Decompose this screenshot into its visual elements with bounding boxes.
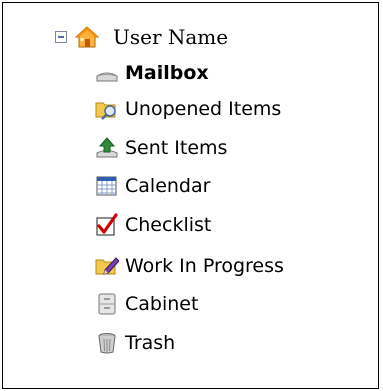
folder-search-icon (95, 97, 119, 121)
tree-item-trash[interactable]: Trash (95, 328, 175, 358)
tree-item-sent-items[interactable]: Sent Items (95, 133, 227, 163)
calendar-icon (95, 174, 119, 198)
tree-item-label: Work In Progress (125, 255, 284, 277)
tree-item-label: Cabinet (125, 293, 199, 315)
collapse-toggle-icon[interactable] (55, 31, 67, 43)
tree-item-mailbox[interactable]: Mailbox (95, 58, 209, 88)
cabinet-icon (95, 292, 119, 316)
tree-item-unopened-items[interactable]: Unopened Items (95, 94, 281, 124)
folder-pencil-icon (95, 254, 119, 278)
tree-item-checklist[interactable]: Checklist (95, 210, 211, 240)
tree-item-label: Unopened Items (125, 98, 282, 120)
navigation-tree-panel: User Name Mailbox Unopened Items Sent It… (2, 2, 379, 389)
home-icon (75, 25, 99, 49)
mailbox-icon (95, 61, 119, 85)
tree-root-user[interactable]: User Name (55, 22, 228, 52)
tree-item-label: Mailbox (125, 62, 209, 84)
tree-item-label: Sent Items (125, 137, 228, 159)
tree-item-calendar[interactable]: Calendar (95, 171, 210, 201)
tree-item-label: Checklist (125, 214, 212, 236)
trash-icon (95, 331, 119, 355)
tree-item-label: Calendar (125, 175, 211, 197)
tree-item-cabinet[interactable]: Cabinet (95, 289, 198, 319)
folder-tree: User Name Mailbox Unopened Items Sent It… (3, 3, 378, 388)
checklist-icon (95, 213, 119, 237)
tree-item-work-in-progress[interactable]: Work In Progress (95, 251, 284, 281)
tree-item-label: Trash (125, 332, 176, 354)
sent-items-icon (95, 136, 119, 160)
root-label: User Name (113, 25, 229, 49)
